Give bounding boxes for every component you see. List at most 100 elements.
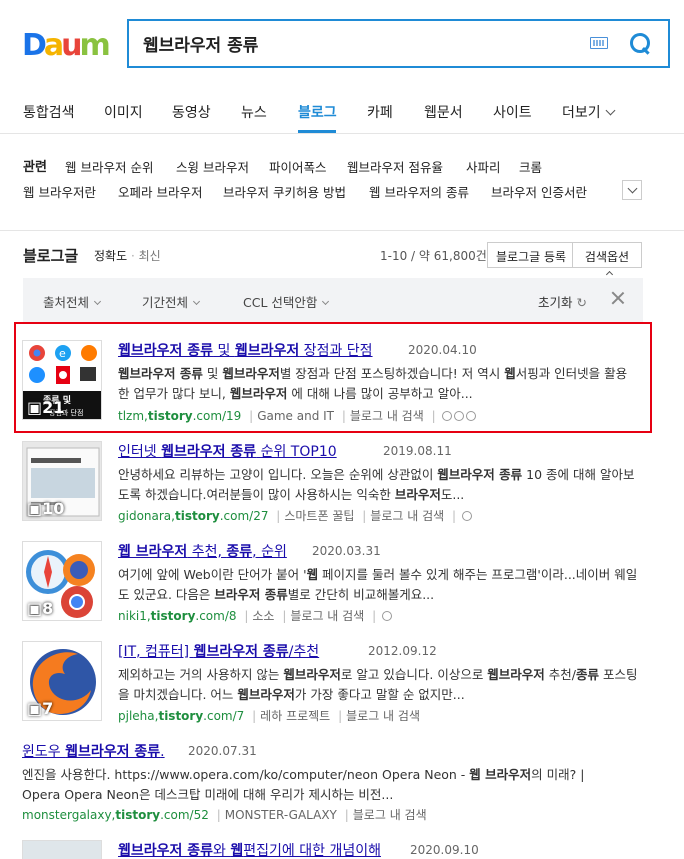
search-tabs: 통합검색 이미지 동영상 뉴스 블로그 카페 웹문서 사이트 더보기: [0, 92, 684, 134]
logo-letter-d: D: [22, 28, 47, 63]
search-options-button[interactable]: 검색옵션: [572, 242, 642, 279]
result-source: pjleha,tistory.com/7 | 레하 프로젝트 | 블로그 내 검색: [118, 707, 420, 724]
tab-more[interactable]: 더보기: [562, 102, 616, 122]
source-url[interactable]: pjleha,tistory.com/7: [118, 709, 244, 723]
result-title-link[interactable]: 웹브라우저 종류 및 웹브라우저 장점과 단점: [118, 340, 373, 360]
result-date: 2020.07.31: [188, 744, 257, 758]
result-count: 1-10 / 약 61,800건: [380, 249, 487, 263]
title-part: , 순위: [252, 544, 287, 560]
tab-image[interactable]: 이미지: [104, 102, 143, 122]
blog-category[interactable]: 레하 프로젝트: [260, 709, 330, 723]
result-title-link[interactable]: 웹 브라우저 추천, 종류, 순위: [118, 541, 287, 561]
active-tab-indicator: [298, 130, 336, 133]
sort-options: 정확도 · 최신: [94, 247, 161, 264]
result-source: tlzm,tistory.com/19 | Game and IT | 블로그 내 …: [118, 407, 476, 424]
result-title-link[interactable]: 윈도우 웹브라우저 종류.: [22, 741, 165, 761]
refresh-icon: ↻: [576, 295, 587, 310]
related-link[interactable]: 웹 브라우저란: [23, 182, 96, 201]
related-link[interactable]: 웹브라우저 점유율: [347, 157, 443, 176]
tab-webdoc[interactable]: 웹문서: [424, 102, 463, 122]
search-icon[interactable]: [628, 31, 654, 57]
blog-category[interactable]: Game and IT: [257, 409, 334, 423]
title-part: 인터넷: [118, 444, 162, 460]
related-link[interactable]: 파이어폭스: [269, 157, 327, 176]
logo-letter-u: u: [61, 28, 82, 63]
reset-button[interactable]: 초기화 ↻: [538, 292, 587, 311]
chevron-up-icon: [605, 270, 613, 279]
result-thumbnail[interactable]: ▣10: [22, 441, 102, 521]
blog-category[interactable]: 소소: [252, 609, 274, 623]
separator: |: [338, 709, 343, 723]
separator: |: [276, 509, 281, 523]
search-in-blog-link[interactable]: 블로그 내 검색: [370, 509, 444, 523]
source-url[interactable]: gidonara,tistory.com/27: [118, 509, 268, 523]
title-part: 웹브라우저 종류: [65, 744, 161, 760]
separator: |: [372, 609, 377, 623]
result-description: 여기에 앞에 Web이란 단어가 붙어 '웹 페이지를 둘러 볼수 있게 해주는…: [118, 567, 638, 602]
close-icon[interactable]: [611, 291, 625, 305]
tab-site[interactable]: 사이트: [493, 102, 532, 122]
title-part: 웹브라우저 종류: [118, 843, 214, 859]
domain-part: pjleha,: [118, 709, 159, 723]
logo-letter-a: a: [43, 28, 64, 63]
search-in-blog-link[interactable]: 블로그 내 검색: [290, 609, 364, 623]
search-in-blog-link[interactable]: 블로그 내 검색: [350, 409, 424, 423]
register-blog-button[interactable]: 블로그글 등록: [487, 242, 576, 268]
tab-more-label: 더보기: [562, 105, 601, 121]
related-link[interactable]: 웹 브라우저의 종류: [369, 182, 469, 201]
result-title-link[interactable]: 웹브라우저 종류와 웹편집기에 대한 개념이해: [118, 840, 381, 859]
title-part: 웹브라우저: [234, 343, 300, 359]
result-item: 웹브라우저 종류와 웹편집기에 대한 개념이해 2020.09.10: [22, 840, 642, 859]
related-link[interactable]: 브라우저 쿠키허용 방법: [223, 182, 346, 201]
search-options-label: 검색옵션: [584, 250, 630, 264]
result-source: gidonara,tistory.com/27 | 스마트폰 꿀팁 | 블로그 내 …: [118, 507, 473, 524]
related-link[interactable]: 스윙 브라우저: [176, 157, 249, 176]
filter-period[interactable]: 기간전체: [142, 292, 201, 311]
result-thumbnail[interactable]: ▣7: [22, 641, 102, 721]
tab-video[interactable]: 동영상: [172, 102, 211, 122]
domain-part: .com/19: [192, 409, 242, 423]
tab-news[interactable]: 뉴스: [241, 102, 267, 122]
filter-source[interactable]: 출처전체: [43, 292, 102, 311]
keyboard-icon[interactable]: [590, 37, 608, 49]
result-thumbnail[interactable]: [22, 840, 102, 859]
result-date: 2020.03.31: [312, 544, 381, 558]
related-link[interactable]: 사파리: [466, 157, 501, 176]
related-link[interactable]: 크롬: [519, 157, 542, 176]
blog-category[interactable]: 스마트폰 꿀팁: [284, 509, 354, 523]
related-link[interactable]: 오페라 브라우저: [118, 182, 202, 201]
source-url[interactable]: monstergalaxy,tistory.com/52: [22, 808, 209, 822]
tab-all[interactable]: 통합검색: [23, 102, 75, 122]
result-title-link[interactable]: [IT, 컴퓨터] 웹브라우저 종류/추천: [118, 641, 319, 661]
image-count-value: 21: [42, 398, 65, 417]
search-in-blog-link[interactable]: 블로그 내 검색: [346, 709, 420, 723]
sort-accuracy[interactable]: 정확도: [94, 249, 127, 263]
related-link[interactable]: 브라우저 인증서란: [491, 182, 587, 201]
search-input[interactable]: [143, 33, 563, 54]
image-count: ▣8: [27, 599, 54, 618]
result-source: niki1,tistory.com/8 | 소소 | 블로그 내 검색 |: [118, 607, 393, 624]
title-part: /추천: [288, 644, 320, 660]
separator: |: [249, 409, 254, 423]
title-part: 와: [213, 843, 231, 859]
source-url[interactable]: niki1,tistory.com/8: [118, 609, 237, 623]
result-source: monstergalaxy,tistory.com/52 | MONSTER-GA…: [22, 806, 427, 823]
tab-cafe[interactable]: 카페: [367, 102, 393, 122]
title-part: 웹브라우저 종류: [118, 343, 214, 359]
chevron-down-icon: [93, 297, 102, 306]
related-expand-button[interactable]: [622, 180, 642, 200]
related-link[interactable]: 웹 브라우저 순위: [65, 157, 153, 176]
result-thumbnail[interactable]: e 종류 및 장점과 단점 ▣21: [22, 340, 102, 420]
sort-latest[interactable]: 최신: [139, 249, 161, 263]
tab-blog[interactable]: 블로그: [298, 102, 337, 122]
title-part: 웹 브라우저: [118, 544, 188, 560]
daum-logo[interactable]: D a u m: [22, 28, 111, 63]
result-title-link[interactable]: 인터넷 웹브라우저 종류 순위 TOP10: [118, 441, 337, 461]
result-description: 엔진을 사용한다. https://www.opera.com/ko/compu…: [22, 767, 585, 802]
search-in-blog-link[interactable]: 블로그 내 검색: [353, 808, 427, 822]
result-thumbnail[interactable]: ▣8: [22, 541, 102, 621]
title-part: 윈도우: [22, 744, 66, 760]
filter-ccl[interactable]: CCL 선택안함: [243, 292, 330, 311]
blog-category[interactable]: MONSTER-GALAXY: [225, 808, 337, 822]
source-url[interactable]: tlzm,tistory.com/19: [118, 409, 241, 423]
